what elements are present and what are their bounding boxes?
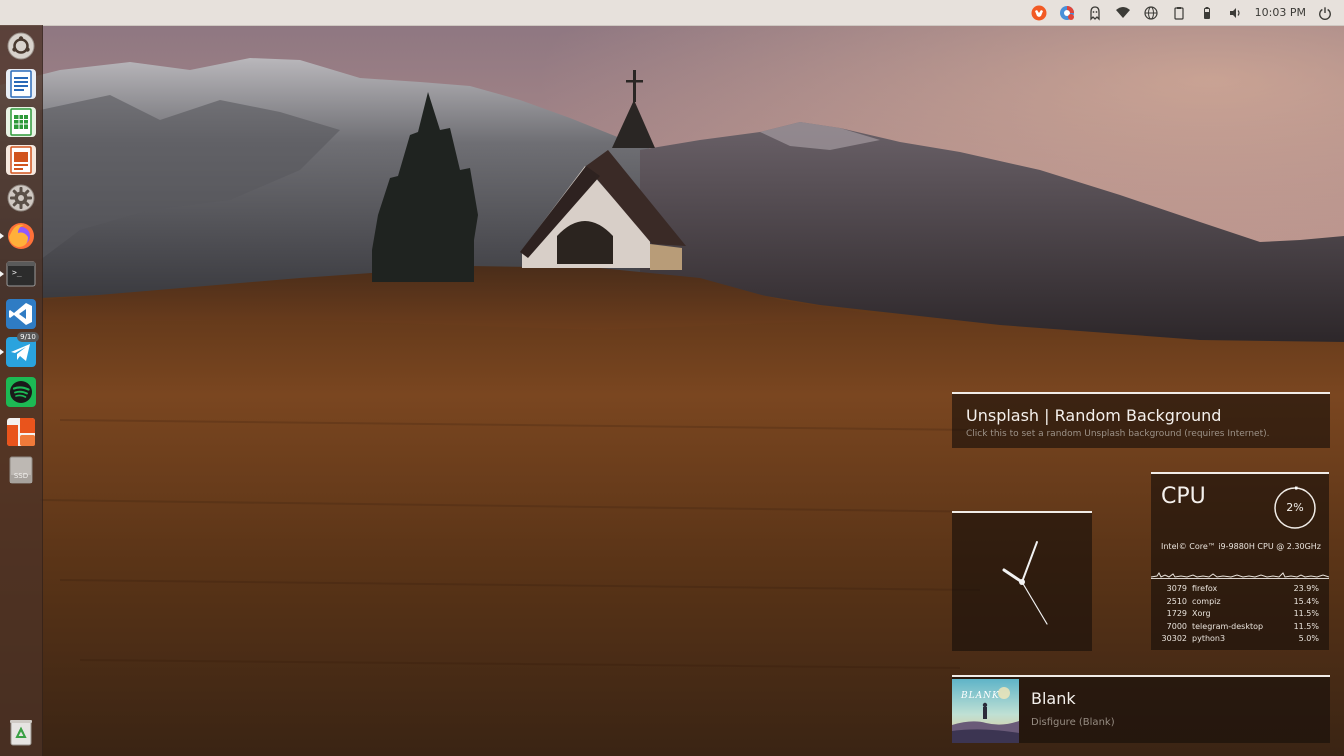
clock-face [1002,541,1048,625]
gear-icon [7,184,35,212]
process-pid: 7000 [1166,621,1187,631]
album-art[interactable]: BLANK [952,679,1019,743]
track-title: Blank [1031,689,1076,708]
spotify-icon [10,381,32,403]
hour-hand [1002,568,1024,584]
album-cover-image [952,679,1019,743]
trash-icon [10,720,32,746]
process-cpu: 11.5% [1293,609,1319,618]
desktop-wallpaper[interactable] [0,0,1344,756]
desklet-subtitle: Click this to set a random Unsplash back… [966,429,1270,439]
process-name: compiz [1192,596,1221,606]
cpu-title: CPU [1161,484,1206,509]
firefox-icon [8,223,34,249]
clock-center [1019,579,1025,585]
launcher-ssd[interactable]: SSD [4,453,38,487]
top-panel: 10:03 PM [0,0,1344,26]
volume-icon[interactable] [1221,0,1249,25]
wifi-icon[interactable] [1109,0,1137,25]
drive-icon [9,456,33,484]
process-name: telegram-desktop [1192,621,1264,631]
process-pid: 3079 [1166,584,1187,593]
cpu-model: Intel© Core™ i9-9880H CPU @ 2.30GHz [1161,542,1322,551]
process-row: 7000 telegram-desktop 11.5% [1151,622,1329,635]
vscode-icon [9,303,32,325]
process-row: 2510 compiz 15.4% [1151,597,1329,610]
orange-app-icon [7,418,35,446]
process-name: python3 [1192,634,1226,643]
process-name: Xorg [1192,609,1211,618]
minute-hand [1021,541,1038,583]
process-row: 30302 python3 5.0% [1151,634,1329,647]
cpu-divider [1151,578,1329,579]
brave-icon[interactable] [1025,0,1053,25]
clipboard-icon[interactable] [1165,0,1193,25]
process-cpu: 23.9% [1293,584,1319,593]
launcher-writer[interactable] [4,67,38,101]
cpu-history-graph [1151,572,1329,578]
launcher-telegram[interactable]: 9/10 [0,332,39,369]
power-icon[interactable] [1316,0,1334,25]
album-label: BLANK [961,691,1000,701]
libreoffice-impress-icon [10,146,32,174]
terminal-prompt: >_ [12,268,22,277]
music-player-desklet[interactable]: BLANK Blank Disfigure (Blank) [952,675,1330,743]
desktop: 10:03 PM >_ 9/10 SSD Unsplash | Random B… [0,0,1344,756]
ssd-label: SSD [13,472,29,480]
battery-icon[interactable] [1193,0,1221,25]
launcher-terminal[interactable]: >_ [0,257,38,291]
launcher-calc[interactable] [4,105,38,139]
process-row: 1729 Xorg 11.5% [1151,609,1329,622]
process-list: 3079 firefox 23.9% 2510 compiz 15.4% 172… [1151,584,1329,647]
process-row: 3079 firefox 23.9% [1151,584,1329,597]
notification-badge: 9/10 [17,332,39,342]
chrome-icon[interactable] [1053,0,1081,25]
launcher-firefox[interactable] [0,219,38,253]
launcher: >_ 9/10 SSD [0,25,43,756]
process-cpu: 11.5% [1293,621,1319,631]
cpu-percent: 2% [1286,501,1304,514]
launcher-spotify[interactable] [4,375,38,409]
globe-icon[interactable] [1137,0,1165,25]
process-name: firefox [1192,584,1218,593]
unsplash-desklet[interactable]: Unsplash | Random Background Click this … [952,392,1330,448]
launcher-vscode[interactable] [4,297,38,331]
system-tray: 10:03 PM [1025,0,1334,25]
panel-clock[interactable]: 10:03 PM [1249,0,1316,25]
desklet-title: Unsplash | Random Background [966,406,1222,425]
libreoffice-writer-icon [10,70,32,98]
cpu-desklet[interactable]: CPU 2% Intel© Core™ i9-9880H CPU @ 2.30G… [1151,472,1329,650]
second-hand [1021,581,1048,625]
process-cpu: 15.4% [1293,596,1319,606]
analog-clock-desklet[interactable] [952,511,1092,651]
process-cpu: 5.0% [1298,634,1319,643]
ghost-icon[interactable] [1081,0,1109,25]
process-pid: 1729 [1166,609,1187,618]
launcher-settings[interactable] [4,181,38,215]
process-pid: 30302 [1161,634,1187,643]
libreoffice-calc-icon [10,108,32,136]
launcher-impress[interactable] [4,143,38,177]
launcher-unity-tweak[interactable] [4,415,38,449]
launcher-home[interactable] [4,29,38,63]
ubuntu-logo-icon [7,32,35,60]
launcher-trash[interactable] [4,715,38,749]
track-artist: Disfigure (Blank) [1031,717,1115,728]
process-pid: 2510 [1166,596,1187,606]
